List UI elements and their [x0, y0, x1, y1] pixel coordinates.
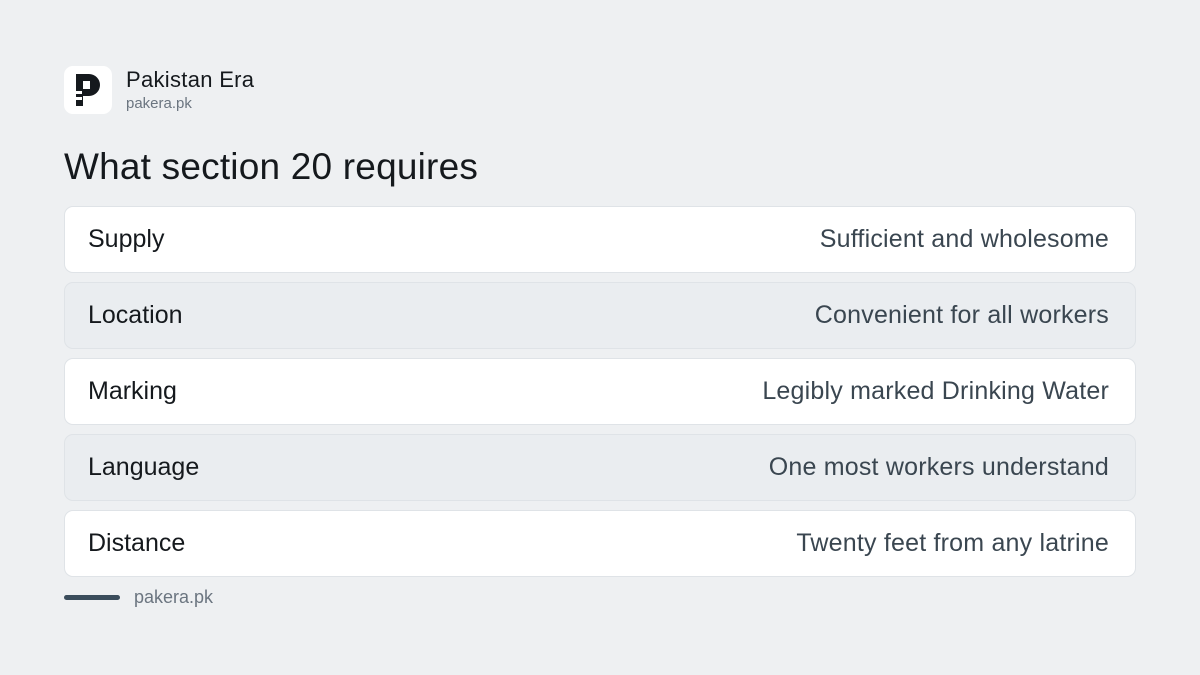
footer-url: pakera.pk	[134, 587, 214, 607]
row-value: One most workers understand	[768, 453, 1109, 481]
row-value: Twenty feet from any latrine	[796, 529, 1109, 557]
requirements-list: Supply Sufficient and wholesome Location…	[64, 206, 1136, 586]
footer-accent-bar	[64, 595, 120, 600]
brand-header: Pakistan Era pakera.pk	[64, 66, 254, 114]
list-item-supply: Supply Sufficient and wholesome	[64, 206, 1136, 273]
pakistan-era-logo-icon	[64, 66, 112, 114]
row-value: Legibly marked Drinking Water	[762, 377, 1109, 405]
row-label: Supply	[88, 225, 165, 253]
brand-text: Pakistan Era pakera.pk	[126, 67, 254, 114]
list-item-marking: Marking Legibly marked Drinking Water	[64, 358, 1136, 425]
row-value: Convenient for all workers	[814, 301, 1109, 329]
list-item-distance: Distance Twenty feet from any latrine	[64, 510, 1136, 577]
row-label: Location	[88, 301, 183, 329]
row-value: Sufficient and wholesome	[819, 225, 1109, 253]
brand-name: Pakistan Era	[126, 66, 255, 92]
row-label: Language	[88, 453, 200, 481]
page-title: What section 20 requires	[64, 146, 479, 187]
row-label: Distance	[88, 529, 186, 557]
footer: pakera.pk	[64, 587, 213, 608]
row-label: Marking	[88, 377, 177, 405]
list-item-location: Location Convenient for all workers	[64, 282, 1136, 349]
brand-url: pakera.pk	[126, 94, 192, 112]
list-item-language: Language One most workers understand	[64, 434, 1136, 501]
